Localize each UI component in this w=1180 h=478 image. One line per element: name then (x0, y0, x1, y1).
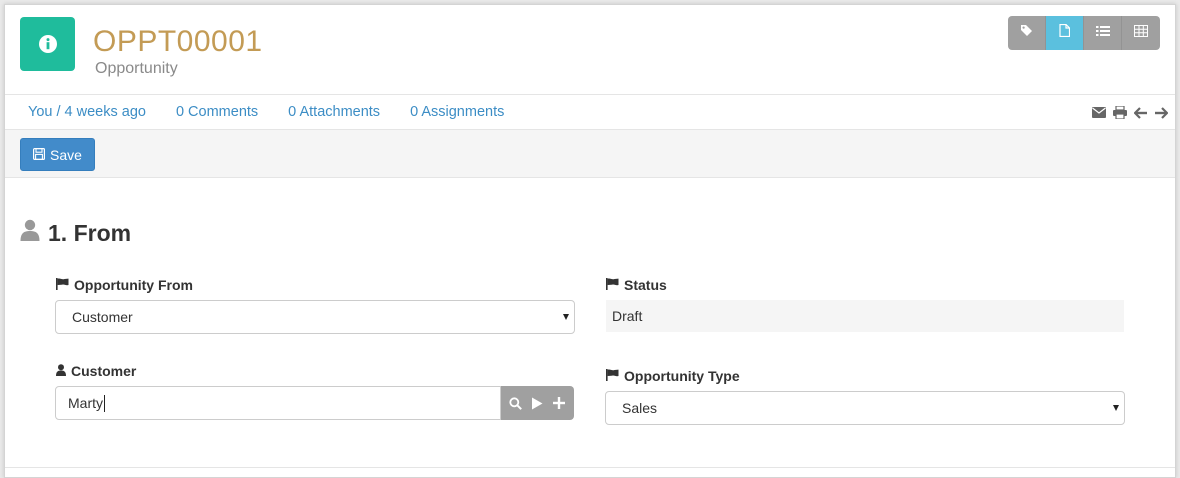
flag-icon (56, 277, 69, 293)
page-subtitle: Opportunity (95, 60, 178, 77)
play-icon[interactable] (530, 396, 544, 410)
grid-view-button[interactable] (1122, 16, 1160, 50)
flag-icon (606, 368, 619, 384)
caret-down-icon (563, 314, 569, 320)
comments-link[interactable]: 0 Comments (176, 104, 258, 120)
plus-icon[interactable] (552, 396, 566, 410)
user-icon (56, 363, 66, 379)
flag-icon (606, 277, 619, 293)
tag-icon (1020, 24, 1033, 42)
user-icon (20, 219, 40, 247)
section-title: 1. From (48, 219, 132, 246)
record-actions (1091, 105, 1169, 120)
arrow-left-icon[interactable] (1133, 105, 1148, 120)
view-switcher (1008, 16, 1160, 50)
opportunity-type-label: Opportunity Type (606, 368, 740, 384)
print-icon[interactable] (1112, 105, 1127, 120)
arrow-right-icon[interactable] (1154, 105, 1169, 120)
floppy-disk-icon (33, 147, 46, 163)
status-value: Draft (606, 300, 1124, 332)
form-toolbar: Save (5, 130, 1175, 178)
form-window: OPPT00001 Opportunity You / 4 weeks ago … (4, 4, 1176, 478)
attachments-link[interactable]: 0 Attachments (288, 104, 380, 120)
owner-link[interactable]: You / 4 weeks ago (28, 104, 146, 120)
status-label: Status (606, 277, 667, 293)
page-header: OPPT00001 Opportunity (5, 5, 1175, 95)
document-icon (1059, 23, 1071, 42)
caret-down-icon (1113, 405, 1119, 411)
info-icon (20, 17, 75, 71)
text-cursor (104, 394, 105, 412)
tag-view-button[interactable] (1008, 16, 1046, 50)
section-divider (5, 467, 1175, 468)
envelope-icon[interactable] (1091, 105, 1106, 120)
page-title: OPPT00001 (93, 25, 263, 58)
customer-input[interactable]: Marty (55, 386, 501, 420)
save-button[interactable]: Save (20, 138, 95, 171)
customer-label: Customer (56, 363, 136, 379)
opportunity-from-label: Opportunity From (56, 277, 193, 293)
search-icon[interactable] (508, 396, 522, 410)
save-button-label: Save (50, 146, 82, 163)
grid-icon (1134, 24, 1148, 42)
meta-bar: You / 4 weeks ago 0 Comments 0 Attachmen… (5, 95, 1175, 130)
section-heading: 1. From (20, 219, 131, 247)
assignments-link[interactable]: 0 Assignments (410, 104, 504, 120)
opportunity-type-select[interactable]: Sales (605, 391, 1125, 425)
opportunity-from-select[interactable]: Customer (55, 300, 575, 334)
list-icon (1095, 24, 1110, 42)
customer-actions (501, 386, 574, 420)
form-view-button[interactable] (1046, 16, 1084, 50)
list-view-button[interactable] (1084, 16, 1122, 50)
